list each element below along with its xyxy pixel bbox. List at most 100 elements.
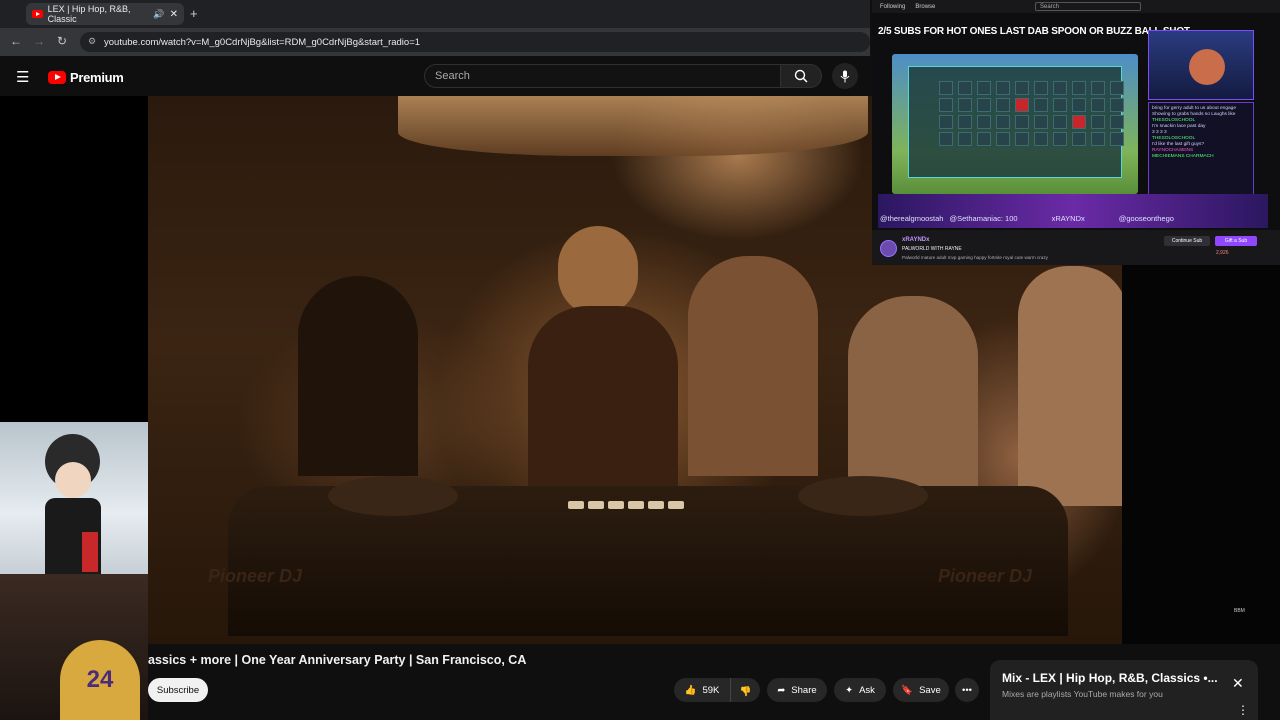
pad (608, 501, 624, 509)
stream-search-input[interactable]: Search (1035, 2, 1141, 11)
stream-subscribe-button[interactable]: Continue Sub (1164, 236, 1210, 246)
stream-tag[interactable]: warm (1024, 255, 1035, 260)
streamer-name[interactable]: xRAYNDx (902, 237, 929, 243)
inventory-slot (977, 132, 991, 146)
like-button[interactable]: 👍 59K (674, 678, 730, 702)
stream-tag[interactable]: mature (921, 255, 935, 260)
back-icon[interactable]: ← (10, 34, 22, 48)
stream-tag[interactable]: mvp (948, 255, 957, 260)
streamer-cam (1148, 30, 1254, 100)
stream-tag[interactable]: adult (937, 255, 947, 260)
new-tab-button[interactable]: + (190, 6, 198, 21)
thumbs-up-icon: 👍 (684, 684, 697, 696)
inventory-slot (1091, 81, 1105, 95)
mix-subtitle: Mixes are playlists YouTube makes for yo… (1002, 689, 1163, 699)
game-inventory-panel (908, 66, 1124, 178)
inventory-slot (996, 115, 1010, 129)
video-letterbox-right (1122, 264, 1280, 644)
share-button[interactable]: ➦ Share (767, 678, 827, 702)
more-icon: ••• (962, 684, 972, 696)
reload-icon[interactable]: ↻ (57, 34, 67, 48)
event-name: @gooseonthego (1118, 214, 1174, 223)
more-actions-button[interactable]: ••• (955, 678, 979, 702)
dj-figure (558, 226, 638, 316)
mix-title[interactable]: Mix - LEX | Hip Hop, R&B, Classics •... (1002, 671, 1218, 685)
tent-canopy (398, 96, 868, 156)
jog-wheel-left (328, 476, 458, 516)
inventory-slot (977, 98, 991, 112)
stream-goal-text: 2/5 SUBS FOR HOT ONES LAST DAB SPOON OR … (878, 26, 1190, 37)
stream-nav-browse[interactable]: Browse (915, 4, 935, 10)
inventory-slot (1053, 81, 1067, 95)
streamer-face (1189, 49, 1225, 85)
ask-button[interactable]: ✦ Ask (834, 678, 886, 702)
channel-watermark: BBM (1234, 608, 1245, 614)
subscribe-button[interactable]: Subscribe (148, 678, 208, 702)
inventory-slot (939, 115, 953, 129)
inventory-slot (1072, 98, 1086, 112)
crowd-right (848, 296, 978, 496)
stream-tag[interactable]: cute (1014, 255, 1023, 260)
inventory-slot (958, 81, 972, 95)
save-button[interactable]: 🔖 Save (893, 678, 949, 702)
inventory-slot (1091, 98, 1105, 112)
jog-wheel-right (798, 476, 928, 516)
stream-title: PALWORLD WITH RAYNE (902, 246, 962, 252)
chat-line: MECHIEMANS CHARMACH (1152, 154, 1214, 159)
search-button[interactable] (780, 64, 822, 88)
url-field[interactable]: ⚙ youtube.com/watch?v=M_g0CdrNjBg&list=R… (80, 32, 870, 52)
kebab-menu-icon[interactable]: ⋮ (1237, 703, 1249, 717)
site-info-icon[interactable]: ⚙ (88, 36, 96, 47)
menu-icon[interactable]: ☰ (16, 68, 29, 86)
inventory-slot (996, 81, 1010, 95)
browser-tab[interactable]: LEX | Hip Hop, R&B, Classic 🔊 ✕ (26, 3, 184, 25)
pioneer-logo-left: Pioneer DJ (208, 566, 303, 586)
inventory-slot (1053, 115, 1067, 129)
like-count: 59K (702, 684, 720, 696)
inventory-slot (939, 81, 953, 95)
inventory-slot (1110, 115, 1124, 129)
inventory-slot (939, 132, 953, 146)
pad (668, 501, 684, 509)
share-label: Share (791, 684, 817, 696)
stream-gift-button[interactable]: Gift a Sub (1215, 236, 1257, 246)
thumbs-down-icon: 👍 (739, 684, 752, 696)
stream-tag[interactable]: gaming (958, 255, 973, 260)
stream-tag[interactable]: crazy (1037, 255, 1048, 260)
search-input[interactable]: Search (424, 64, 781, 88)
stream-tag[interactable]: royal (1003, 255, 1013, 260)
video-title: assics + more | One Year Anniversary Par… (148, 653, 527, 667)
inventory-slot (1110, 81, 1124, 95)
inventory-slot (1015, 115, 1029, 129)
stream-tags: Palworld mature adult mvp gaming happy f… (902, 255, 1048, 260)
stream-tag[interactable]: Palworld (902, 255, 920, 260)
forward-icon[interactable]: → (33, 34, 45, 48)
inventory-slot (1091, 115, 1105, 129)
dj-body (528, 306, 678, 496)
inventory-slot (1015, 132, 1029, 146)
crowd-far-right (1018, 266, 1122, 506)
avatar-sleeve (82, 532, 98, 572)
youtube-favicon-icon (32, 10, 43, 18)
streamer-avatar[interactable] (880, 240, 897, 257)
pad (648, 501, 664, 509)
voice-search-button[interactable] (832, 63, 858, 89)
stream-tag[interactable]: happy (974, 255, 987, 260)
crowd-center-right (688, 256, 818, 476)
stream-recent-events: @therealgmoostah @Sethamaniac: 100 xRAYN… (880, 214, 1270, 226)
inventory-slot (1110, 98, 1124, 112)
event-name: @Sethamaniac: 100 (949, 214, 1018, 223)
url-text: youtube.com/watch?v=M_g0CdrNjBg&list=RDM… (104, 36, 421, 48)
close-icon[interactable]: ✕ (1232, 675, 1244, 692)
left-sidebar-area (0, 96, 148, 422)
inventory-slot (1072, 81, 1086, 95)
jersey-number: 24 (60, 640, 140, 720)
youtube-logo[interactable]: Premium (48, 70, 124, 85)
stream-tag[interactable]: fortnite (988, 255, 1002, 260)
audio-icon[interactable]: 🔊 (153, 9, 164, 20)
stream-nav-following[interactable]: Following (880, 4, 905, 10)
dislike-button[interactable]: 👍 (730, 678, 760, 702)
pad (628, 501, 644, 509)
search-icon (794, 69, 808, 83)
tab-close-icon[interactable]: ✕ (170, 9, 178, 20)
